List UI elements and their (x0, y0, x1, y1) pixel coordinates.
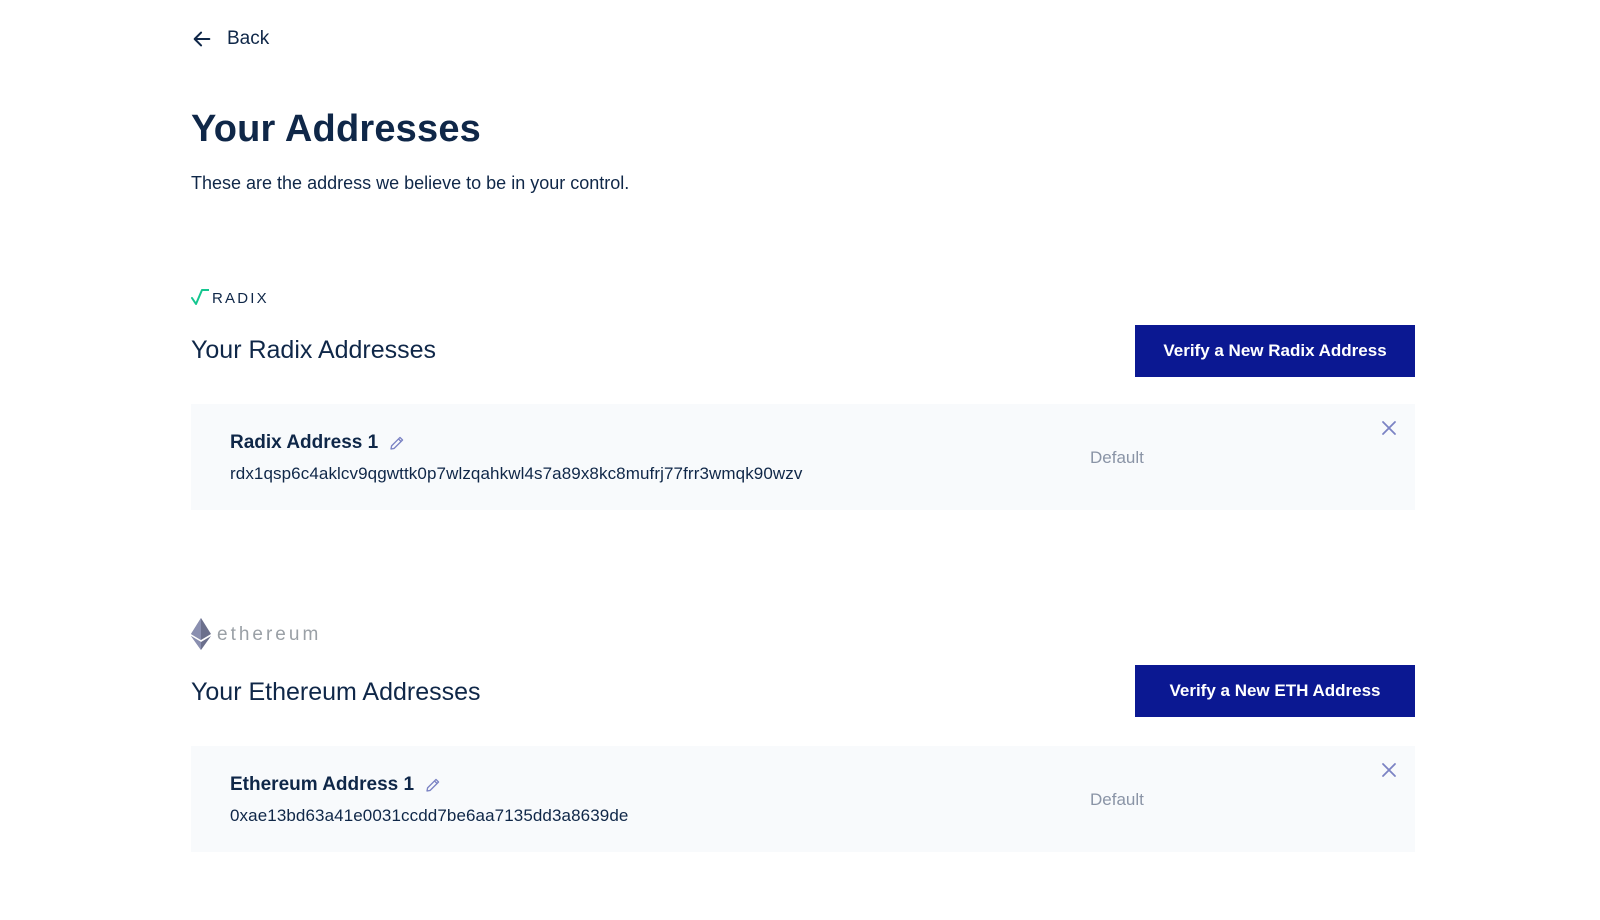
address-name-row: Radix Address 1 (230, 432, 406, 454)
default-badge: Default (1090, 448, 1144, 467)
default-badge: Default (1090, 790, 1144, 809)
addresses-page: Back Your Addresses These are the addres… (0, 0, 1600, 920)
close-icon[interactable] (1381, 420, 1397, 436)
arrow-left-icon (193, 31, 211, 47)
ethereum-logo: ethereum (191, 618, 321, 650)
pencil-icon[interactable] (424, 776, 442, 794)
radix-logo: RADIX (191, 286, 269, 310)
address-value: 0xae13bd63a41e0031ccdd7be6aa7135dd3a8639… (230, 806, 629, 825)
page-title: Your Addresses (191, 108, 482, 150)
remove-address-icon (1382, 421, 1396, 435)
radix-section-title: Your Radix Addresses (191, 336, 437, 364)
address-name-row: Ethereum Address 1 (230, 774, 442, 796)
remove-address-icon (1382, 763, 1396, 777)
radix-address-card: Radix Address 1 rdx1qsp6c4aklcv9qgwttk0p… (191, 404, 1415, 510)
address-value: rdx1qsp6c4aklcv9qgwttk0p7wlzqahkwl4s7a89… (230, 464, 803, 483)
ethereum-address-card: Ethereum Address 1 0xae13bd63a41e0031ccd… (191, 746, 1415, 852)
address-name: Ethereum Address 1 (230, 774, 415, 795)
pencil-icon[interactable] (388, 434, 406, 452)
address-name: Radix Address 1 (230, 432, 379, 453)
radix-logo-icon (191, 289, 209, 305)
verify-radix-address-button[interactable]: Verify a New Radix Address (1135, 325, 1415, 377)
back-link[interactable]: Back (191, 28, 269, 50)
close-icon[interactable] (1381, 762, 1397, 778)
ethereum-logo-text: ethereum (217, 623, 322, 645)
page-subtitle: These are the address we believe to be i… (191, 173, 630, 193)
back-label: Back (227, 28, 270, 49)
ethereum-diamond-icon (191, 618, 211, 650)
radix-logo-text: RADIX (212, 289, 269, 307)
ethereum-section-title: Your Ethereum Addresses (191, 678, 481, 706)
verify-eth-address-button[interactable]: Verify a New ETH Address (1135, 665, 1415, 717)
